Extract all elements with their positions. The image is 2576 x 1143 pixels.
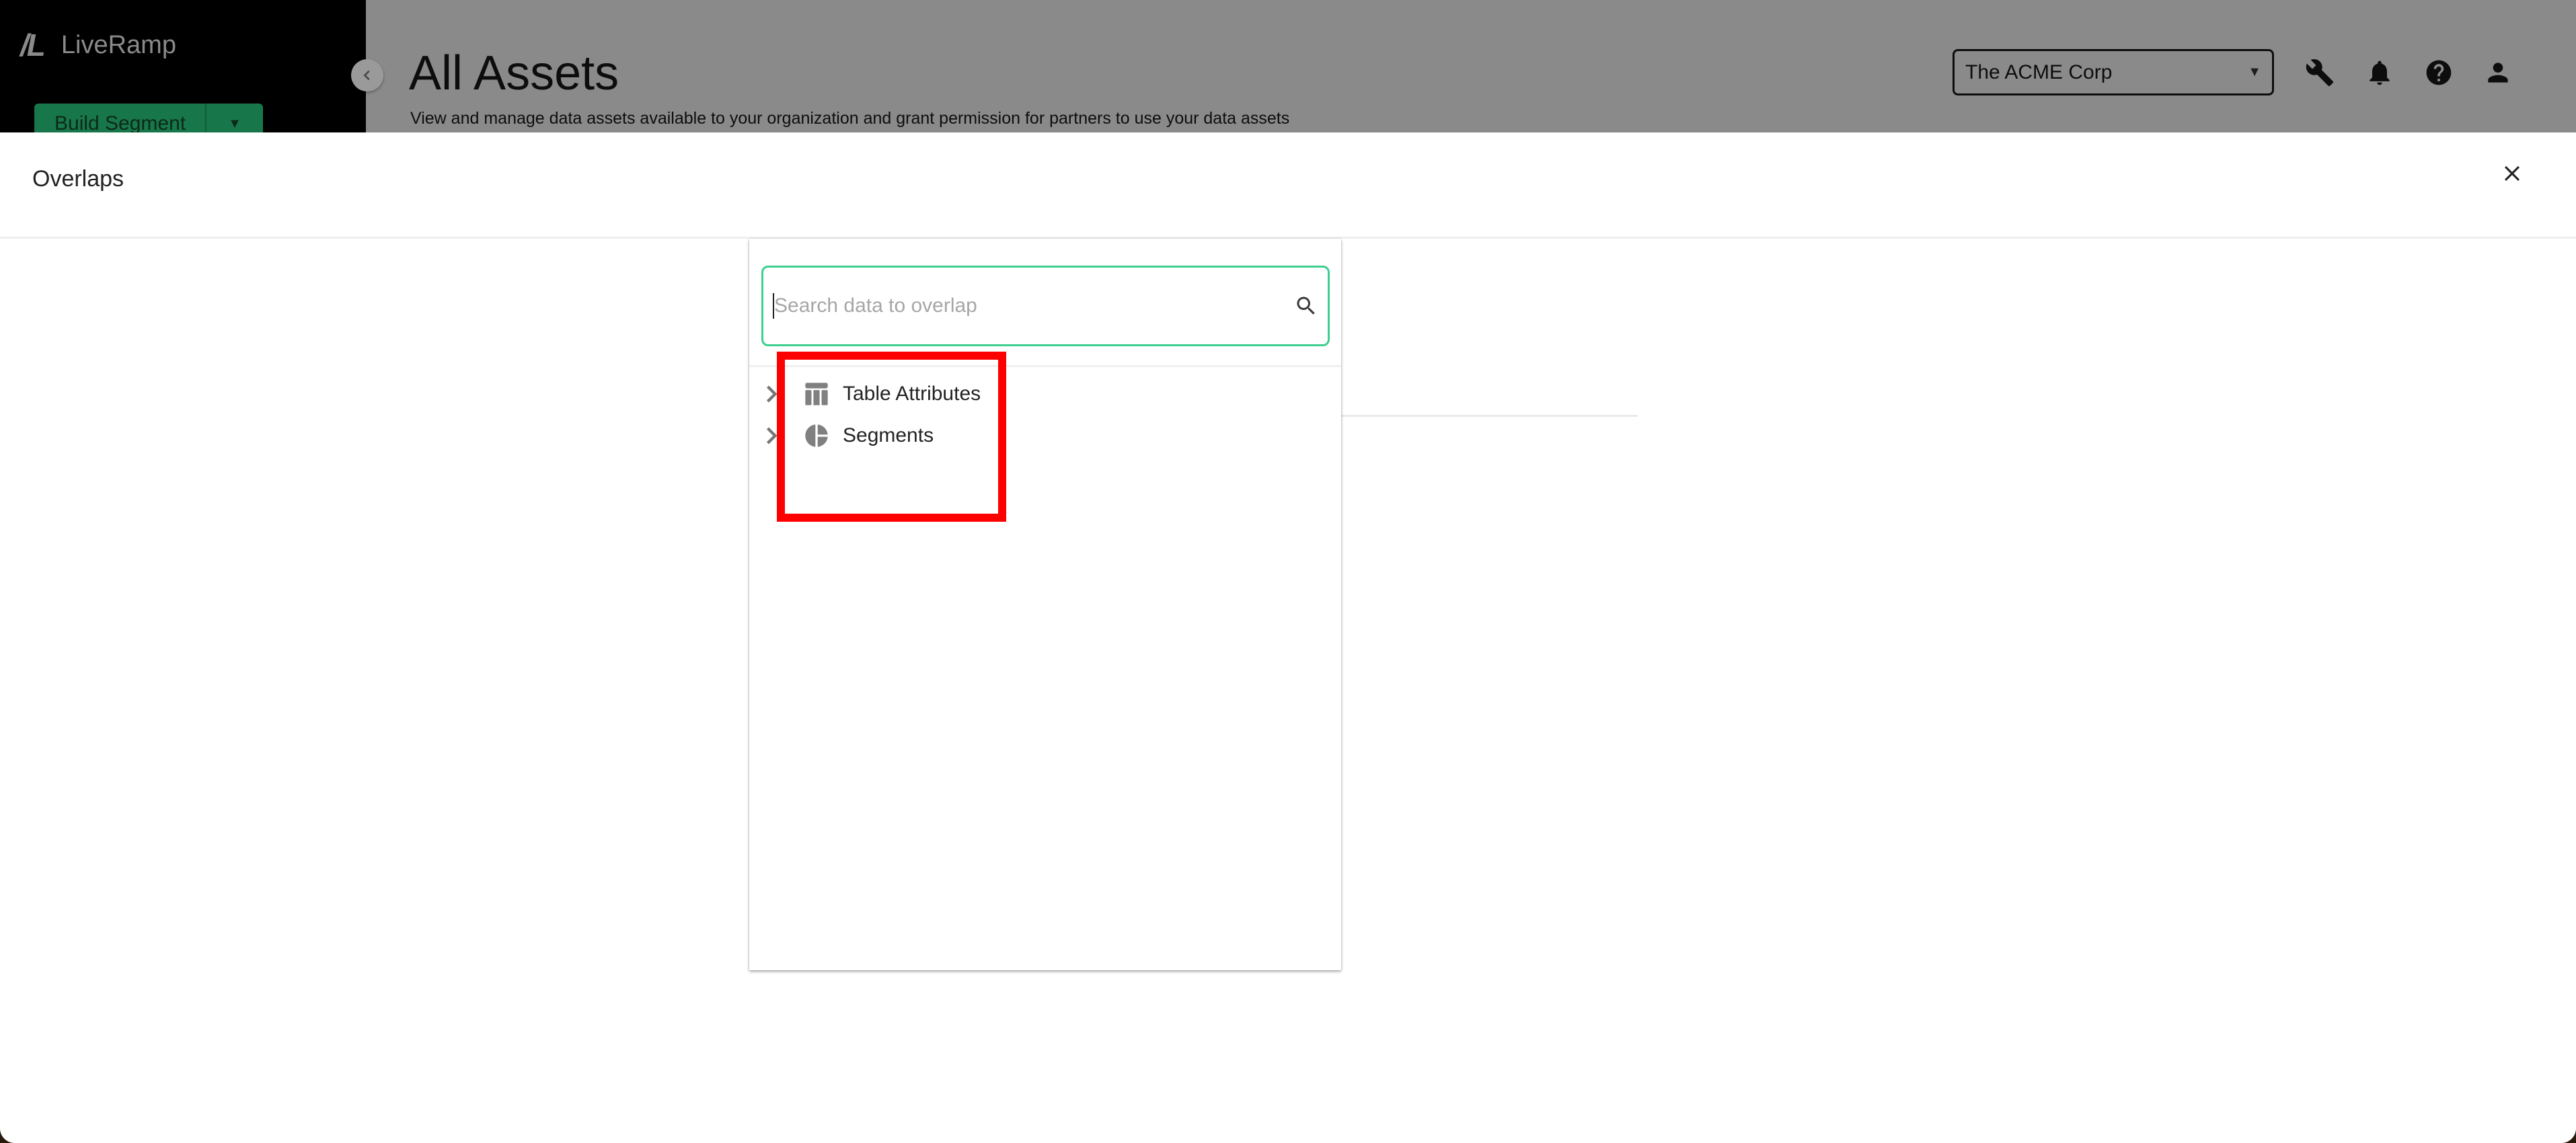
person-icon[interactable] (2483, 58, 2513, 87)
caret-down-icon: ▼ (2248, 65, 2261, 79)
logo[interactable]: /L LiveRamp (20, 27, 176, 63)
caret-down-icon: ▼ (228, 116, 241, 131)
page-title: All Assets (409, 46, 619, 100)
tree-item-label: Segments (843, 424, 934, 446)
close-icon[interactable] (2501, 162, 2524, 185)
drawer-header: Overlaps (0, 132, 2576, 239)
chevron-right-icon[interactable] (764, 426, 779, 446)
drawer-title: Overlaps (32, 166, 124, 192)
app-window: /L LiveRamp Build Segment ▼ All Assets V… (0, 0, 2576, 1143)
table-icon (805, 383, 828, 405)
bell-icon[interactable] (2365, 58, 2394, 87)
content-divider (1341, 415, 1638, 417)
sidebar: /L LiveRamp Build Segment ▼ (0, 0, 366, 144)
logo-mark: /L (20, 28, 46, 63)
main-header: All Assets View and manage data assets a… (366, 0, 2576, 132)
overlap-search-panel: Table Attributes Segments (749, 239, 1341, 970)
wrench-icon[interactable] (2305, 58, 2335, 87)
tree-item-table-attributes[interactable]: Table Attributes (749, 373, 1341, 415)
search-field[interactable] (761, 266, 1330, 346)
org-selector-value: The ACME Corp (1965, 61, 2113, 83)
pie-chart-icon (805, 424, 828, 447)
tree-item-label: Table Attributes (843, 383, 981, 405)
search-input[interactable] (773, 294, 1294, 318)
panel-divider (749, 365, 1341, 367)
search-icon[interactable] (1294, 294, 1318, 318)
page-description: View and manage data assets available to… (410, 109, 1290, 128)
overlaps-drawer: Overlaps Search data to overlap Table At… (0, 132, 2576, 1143)
sidebar-collapse-button[interactable] (351, 59, 383, 91)
brand-name: LiveRamp (61, 30, 176, 59)
org-selector[interactable]: The ACME Corp ▼ (1953, 49, 2274, 95)
chevron-right-icon[interactable] (764, 384, 779, 404)
data-tree: Table Attributes Segments (749, 373, 1341, 457)
chevron-left-icon (363, 70, 370, 81)
help-icon[interactable] (2424, 58, 2454, 87)
tree-item-segments[interactable]: Segments (749, 415, 1341, 457)
